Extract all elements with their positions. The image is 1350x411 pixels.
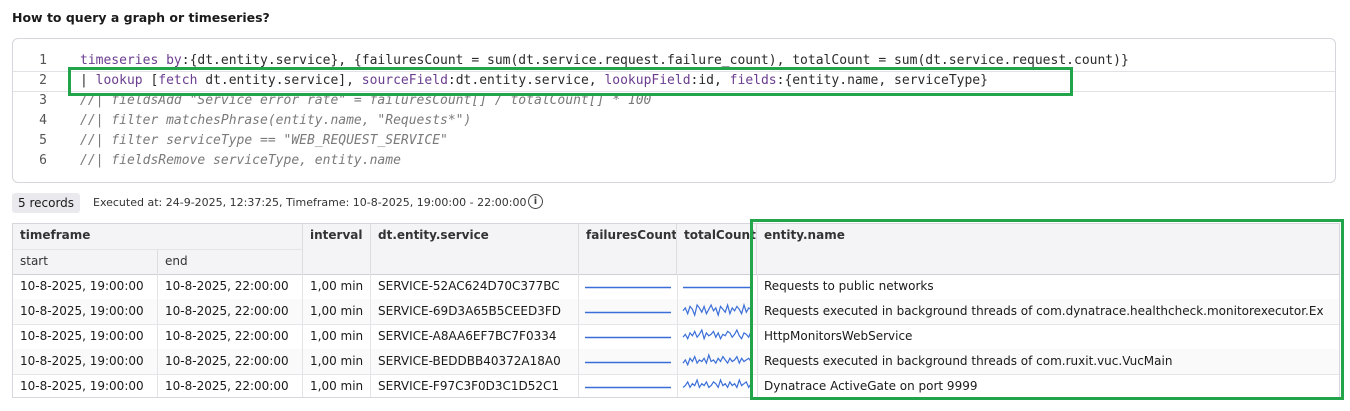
cell-start[interactable]: 10-8-2025, 19:00:00 xyxy=(13,374,158,397)
code-text[interactable]: //| fieldsAdd "Service error rate" = fai… xyxy=(80,91,651,111)
cell-service[interactable]: SERVICE-A8AA6EF7BC7F0334 xyxy=(371,324,579,349)
cell-failures-sparkline[interactable] xyxy=(579,274,678,299)
code-keyword: timeseries by xyxy=(80,53,182,68)
code-token: :{dt.entity.service}, {failuresCount = s… xyxy=(181,53,1129,68)
cell-interval[interactable]: 1,00 min xyxy=(303,324,371,349)
line-number: 5 xyxy=(39,133,47,148)
code-line-2[interactable]: 2 | lookup [fetch dt.entity.service], sou… xyxy=(13,71,1335,92)
code-token: | xyxy=(80,73,96,88)
header-start[interactable]: start xyxy=(13,249,158,274)
code-keyword: lookupField xyxy=(604,73,691,88)
cell-start[interactable]: 10-8-2025, 19:00:00 xyxy=(13,349,158,374)
cell-entity-name[interactable]: Requests executed in background threads … xyxy=(757,299,1339,324)
header-timeframe[interactable]: timeframe xyxy=(13,224,303,249)
cell-service[interactable]: SERVICE-69D3A65B5CEED3FD xyxy=(371,299,579,324)
code-comment: //| filter serviceType == "WEB_REQUEST_S… xyxy=(80,133,448,148)
code-token: :{entity.name, serviceType} xyxy=(776,73,988,88)
table-row[interactable]: 10-8-2025, 19:00:00 10-8-2025, 22:00:00 1,… xyxy=(13,374,1339,397)
code-keyword: fetch xyxy=(158,73,198,88)
cell-total-sparkline[interactable] xyxy=(677,274,758,299)
cell-start[interactable]: 10-8-2025, 19:00:00 xyxy=(13,299,158,324)
cell-entity-name[interactable]: Dynatrace ActiveGate on port 9999 xyxy=(757,374,1339,397)
line-number: 1 xyxy=(39,53,47,68)
cell-end[interactable]: 10-8-2025, 22:00:00 xyxy=(158,299,303,324)
query-editor[interactable]: 1 timeseries by:{dt.entity.service}, {fai… xyxy=(12,38,1336,183)
line-number: 2 xyxy=(39,73,47,88)
cell-entity-name[interactable]: Requests to public networks xyxy=(757,274,1339,299)
cell-failures-sparkline[interactable] xyxy=(579,349,678,374)
table-row[interactable]: 10-8-2025, 19:00:00 10-8-2025, 22:00:00 1,… xyxy=(13,349,1339,375)
cell-entity-name[interactable]: HttpMonitorsWebService xyxy=(757,324,1339,349)
code-token: :id, xyxy=(690,73,730,88)
table-row[interactable]: 10-8-2025, 19:00:00 10-8-2025, 22:00:00 1,… xyxy=(13,274,1339,300)
records-count-badge: 5 records xyxy=(12,193,81,213)
page-title: How to query a graph or timeseries? xyxy=(12,10,270,25)
code-text[interactable]: //| fieldsRemove serviceType, entity.nam… xyxy=(80,151,401,171)
code-keyword: sourceField xyxy=(361,73,448,88)
cell-end[interactable]: 10-8-2025, 22:00:00 xyxy=(158,374,303,397)
cell-failures-sparkline[interactable] xyxy=(579,324,678,349)
code-token: dt.entity.service], xyxy=(197,73,362,88)
code-text[interactable]: //| filter matchesPhrase(entity.name, "R… xyxy=(80,111,471,131)
cell-interval[interactable]: 1,00 min xyxy=(303,274,371,299)
cell-total-sparkline[interactable] xyxy=(677,374,758,397)
code-comment: //| filter matchesPhrase(entity.name, "R… xyxy=(80,113,472,128)
table-row[interactable]: 10-8-2025, 19:00:00 10-8-2025, 22:00:00 1,… xyxy=(13,324,1339,350)
header-end[interactable]: end xyxy=(158,249,303,274)
table-body: 10-8-2025, 19:00:00 10-8-2025, 22:00:00 1,… xyxy=(13,274,1339,397)
cell-service[interactable]: SERVICE-52AC624D70C377BC xyxy=(371,274,579,299)
code-line-4[interactable]: 4 //| filter matchesPhrase(entity.name, "… xyxy=(13,111,1335,131)
code-keyword: lookup xyxy=(95,73,143,88)
cell-total-sparkline[interactable] xyxy=(677,299,758,324)
code-line-3[interactable]: 3 //| fieldsAdd "Service error rate" = fa… xyxy=(13,91,1335,111)
code-text[interactable]: | lookup [fetch dt.entity.service], sour… xyxy=(80,71,988,91)
cell-failures-sparkline[interactable] xyxy=(579,299,678,324)
cell-end[interactable]: 10-8-2025, 22:00:00 xyxy=(158,349,303,374)
header-dt-entity-service[interactable]: dt.entity.service xyxy=(371,224,579,274)
cell-interval[interactable]: 1,00 min xyxy=(303,349,371,374)
results-table: timeframe start end interval dt.entity.s… xyxy=(12,223,1340,398)
cell-total-sparkline[interactable] xyxy=(677,349,758,374)
code-line-5[interactable]: 5 //| filter serviceType == "WEB_REQUEST_… xyxy=(13,131,1335,151)
cell-service[interactable]: SERVICE-F97C3F0D3C1D52C1 xyxy=(371,374,579,397)
cell-interval[interactable]: 1,00 min xyxy=(303,374,371,397)
header-interval[interactable]: interval xyxy=(303,224,371,274)
cell-entity-name[interactable]: Requests executed in background threads … xyxy=(757,349,1339,374)
cell-start[interactable]: 10-8-2025, 19:00:00 xyxy=(13,324,158,349)
cell-service[interactable]: SERVICE-BEDDBB40372A18A0 xyxy=(371,349,579,374)
line-number: 3 xyxy=(39,93,47,108)
code-text[interactable]: //| filter serviceType == "WEB_REQUEST_S… xyxy=(80,131,448,151)
line-number: 6 xyxy=(39,153,47,168)
code-comment: //| fieldsAdd "Service error rate" = fai… xyxy=(80,93,652,108)
table-row[interactable]: 10-8-2025, 19:00:00 10-8-2025, 22:00:00 1,… xyxy=(13,299,1339,325)
cell-end[interactable]: 10-8-2025, 22:00:00 xyxy=(158,324,303,349)
header-total-count[interactable]: totalCount xyxy=(677,224,757,274)
code-line-6[interactable]: 6 //| fieldsRemove serviceType, entity.na… xyxy=(13,151,1335,171)
info-icon[interactable]: i xyxy=(528,194,543,209)
cell-failures-sparkline[interactable] xyxy=(579,374,678,397)
cell-total-sparkline[interactable] xyxy=(677,324,758,349)
code-line-1[interactable]: 1 timeseries by:{dt.entity.service}, {fai… xyxy=(13,51,1335,72)
cell-end[interactable]: 10-8-2025, 22:00:00 xyxy=(158,274,303,299)
line-number: 4 xyxy=(39,113,47,128)
cell-start[interactable]: 10-8-2025, 19:00:00 xyxy=(13,274,158,299)
header-entity-name[interactable]: entity.name xyxy=(757,224,1339,274)
code-text[interactable]: timeseries by:{dt.entity.service}, {fail… xyxy=(80,51,1129,71)
code-keyword: fields xyxy=(729,73,777,88)
code-comment: //| fieldsRemove serviceType, entity.nam… xyxy=(80,153,401,168)
cell-interval[interactable]: 1,00 min xyxy=(303,299,371,324)
code-token: :dt.entity.service, xyxy=(447,73,605,88)
code-token: [ xyxy=(142,73,159,88)
execution-info-text: Executed at: 24-9-2025, 12:37:25, Timefr… xyxy=(93,196,527,209)
header-failures-count[interactable]: failuresCount xyxy=(579,224,677,274)
